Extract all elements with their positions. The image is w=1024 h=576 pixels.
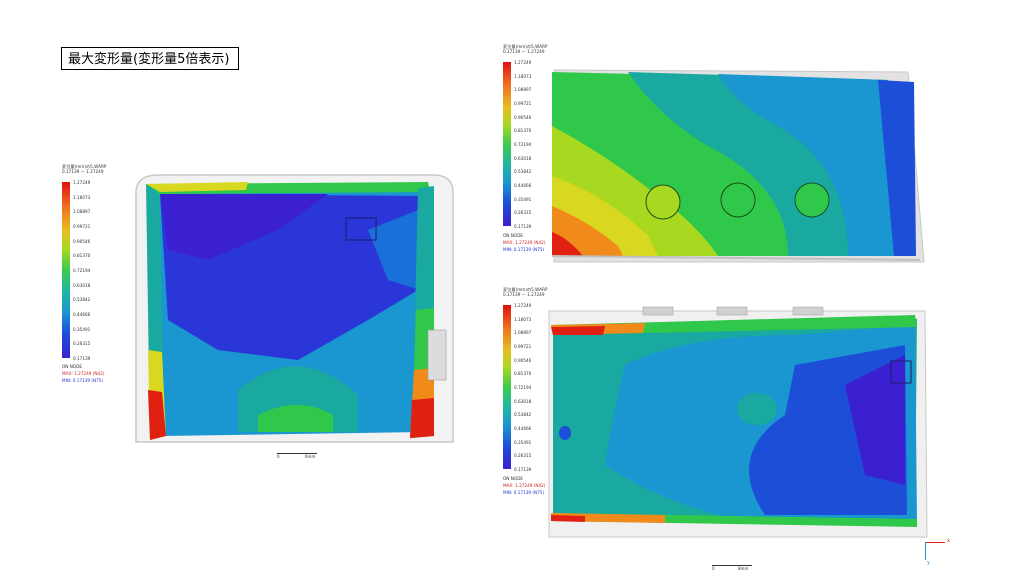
legend-tick-label: 0.17139 bbox=[73, 356, 91, 361]
legend-min: MIN: 0.17139 (N75) bbox=[503, 247, 545, 252]
legend-tick-label: 0.17139 bbox=[514, 224, 532, 229]
legend-tick-label: 0.90546 bbox=[514, 357, 532, 363]
legend-on-node: ON NODE bbox=[503, 233, 524, 238]
legend-tick-label: 0.44666 bbox=[514, 183, 532, 188]
legend-tick-label: 0.26315 bbox=[514, 210, 532, 216]
x-axis-label: x bbox=[947, 538, 950, 544]
color-legend-left: 変位量(mm)の5,WARP 0.17139 — 1.27249 1.27249… bbox=[62, 164, 122, 389]
legend-tick-label: 0.81370 bbox=[514, 371, 532, 377]
legend-tick-label: 1.27249 bbox=[73, 180, 91, 185]
axis-triad: x y bbox=[925, 538, 955, 568]
legend-tick-label: 0.44666 bbox=[73, 312, 91, 317]
legend-tick-label: 0.99721 bbox=[514, 101, 532, 106]
legend-color-bar bbox=[503, 62, 511, 226]
legend-tick-label: 0.72194 bbox=[514, 385, 532, 390]
legend-tick-label: 0.99721 bbox=[514, 344, 532, 349]
legend-tick-label: 1.27249 bbox=[514, 60, 532, 65]
legend-tick-label: 0.35491 bbox=[514, 196, 532, 202]
scale-bar-bottom: 0 8mm bbox=[712, 561, 752, 571]
legend-tick-label: 0.44666 bbox=[514, 426, 532, 431]
legend-tick-label: 0.63018 bbox=[73, 282, 91, 288]
scale-end: 6mm bbox=[305, 454, 316, 459]
legend-tick-label: 0.81370 bbox=[73, 253, 91, 259]
legend-tick-label: 0.63018 bbox=[514, 398, 532, 404]
legend-tick-label: 0.26315 bbox=[73, 341, 91, 347]
y-axis-line bbox=[925, 542, 926, 560]
legend-range: 0.17139 — 1.27249 bbox=[62, 169, 104, 174]
scale-start: 0 bbox=[277, 454, 280, 459]
x-axis-line bbox=[925, 542, 945, 543]
legend-on-node: ON NODE bbox=[62, 364, 83, 369]
legend-tick-label: 0.35491 bbox=[73, 326, 91, 332]
legend-tick-label: 1.27249 bbox=[514, 303, 532, 308]
legend-tick-label: 0.72194 bbox=[514, 142, 532, 147]
legend-tick-label: 1.18073 bbox=[73, 194, 91, 200]
legend-tick-label: 0.90546 bbox=[73, 238, 91, 244]
bottom-deformation-view bbox=[548, 306, 928, 538]
legend-tick-label: 0.99721 bbox=[73, 224, 91, 229]
legend-max: MAX: 1.27249 (N42) bbox=[503, 240, 546, 245]
legend-min: MIN: 0.17139 (N75) bbox=[503, 490, 545, 495]
legend-tick-label: 0.53842 bbox=[73, 297, 91, 303]
legend-tick-label: 0.90546 bbox=[514, 114, 532, 120]
legend-color-bar bbox=[503, 305, 511, 469]
legend-tick-label: 1.08897 bbox=[73, 209, 91, 215]
legend-min: MIN: 0.17139 (N75) bbox=[62, 378, 104, 383]
legend-tick-label: 1.08897 bbox=[514, 330, 532, 336]
legend-on-node: ON NODE bbox=[503, 476, 524, 481]
legend-tick-label: 1.08897 bbox=[514, 87, 532, 93]
legend-tick-label: 1.18073 bbox=[514, 73, 532, 79]
legend-tick-label: 0.35491 bbox=[514, 439, 532, 445]
left-deformation-view bbox=[135, 174, 454, 443]
legend-tick-label: 0.53842 bbox=[514, 412, 532, 418]
legend-max: MAX: 1.27249 (N42) bbox=[503, 483, 546, 488]
legend-tick-label: 1.18073 bbox=[514, 316, 532, 322]
legend-color-bar bbox=[62, 182, 70, 358]
page-title: 最大変形量(変形量5倍表示) bbox=[61, 47, 239, 70]
scale-end: 8mm bbox=[738, 566, 749, 571]
legend-max: MAX: 1.27249 (N42) bbox=[62, 371, 105, 376]
legend-tick-label: 0.81370 bbox=[514, 128, 532, 134]
side-deformation-view bbox=[551, 69, 925, 263]
legend-tick-label: 0.17139 bbox=[514, 467, 532, 472]
legend-tick-label: 0.26315 bbox=[514, 453, 532, 459]
scale-bar-left: 0 6mm bbox=[277, 449, 317, 459]
scale-start: 0 bbox=[712, 566, 715, 571]
legend-range: 0.17139 — 1.27249 bbox=[503, 292, 545, 297]
legend-tick-label: 0.63018 bbox=[514, 155, 532, 161]
legend-range: 0.17139 — 1.27249 bbox=[503, 49, 545, 54]
legend-tick-label: 0.72194 bbox=[73, 268, 91, 273]
y-axis-label: y bbox=[927, 560, 930, 566]
legend-tick-label: 0.53842 bbox=[514, 169, 532, 175]
